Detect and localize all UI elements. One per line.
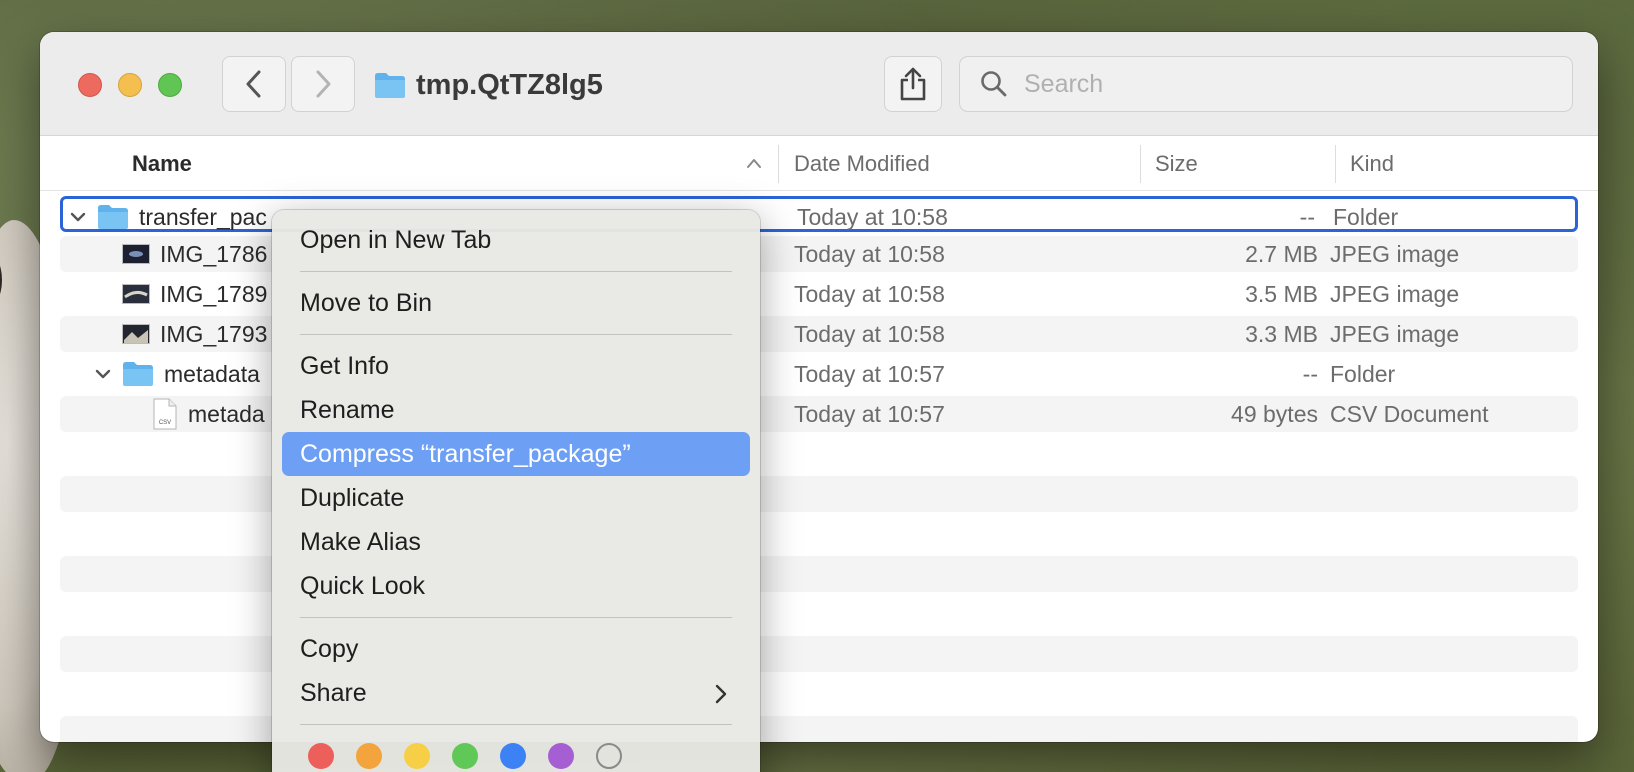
menu-separator (300, 724, 732, 725)
file-date: Today at 10:57 (794, 400, 945, 427)
menu-item-open-in-new-tab[interactable]: Open in New Tab (282, 218, 750, 262)
file-kind: JPEG image (1330, 280, 1460, 307)
file-kind: Folder (1333, 203, 1399, 230)
menu-item-share-label: Share (300, 678, 367, 707)
toolbar: tmp.QtTZ8lg5 (40, 32, 1598, 136)
column-divider[interactable] (778, 145, 779, 183)
image-thumbnail-icon (122, 284, 150, 304)
file-date: Today at 10:57 (794, 360, 945, 387)
name-cell: metadata (94, 356, 260, 392)
column-divider[interactable] (1335, 145, 1336, 183)
file-name: IMG_1786 (160, 240, 268, 267)
disclosure-expanded-icon[interactable] (94, 367, 112, 381)
folder-icon (123, 362, 153, 386)
file-name: metada (188, 400, 265, 427)
file-size: 2.7 MB (1245, 240, 1318, 267)
window-title: tmp.QtTZ8lg5 (374, 62, 603, 108)
window-title-text: tmp.QtTZ8lg5 (416, 68, 603, 101)
name-cell: transfer_pac (69, 199, 267, 235)
column-name[interactable]: Name (132, 137, 192, 191)
column-kind[interactable]: Kind (1350, 137, 1394, 191)
forward-button[interactable] (291, 56, 355, 112)
minimize-button[interactable] (118, 73, 142, 97)
column-header: Name Date Modified Size Kind (40, 137, 1598, 191)
background-sheep-eye (0, 250, 2, 310)
tag-green[interactable] (452, 743, 478, 769)
menu-item-share[interactable]: Share (282, 671, 750, 715)
name-cell: IMG_1786 (122, 236, 267, 272)
menu-item-compress[interactable]: Compress “transfer_package” (282, 432, 750, 476)
file-name: transfer_pac (139, 203, 267, 230)
column-date-modified[interactable]: Date Modified (794, 137, 930, 191)
tag-colors (272, 743, 760, 769)
menu-item-copy[interactable]: Copy (282, 627, 750, 671)
share-icon (900, 67, 926, 101)
file-date: Today at 10:58 (794, 280, 945, 307)
file-kind: JPEG image (1330, 320, 1460, 347)
search-field[interactable] (959, 56, 1573, 112)
file-kind: CSV Document (1330, 400, 1489, 427)
tag-none[interactable] (596, 743, 622, 769)
chevron-right-icon (715, 684, 727, 704)
close-button[interactable] (78, 73, 102, 97)
file-name: IMG_1793 (160, 320, 268, 347)
name-cell: IMG_1789 (122, 276, 267, 312)
folder-icon (98, 205, 128, 229)
tag-yellow[interactable] (404, 743, 430, 769)
zoom-button[interactable] (158, 73, 182, 97)
share-button[interactable] (884, 56, 942, 112)
menu-item-get-info[interactable]: Get Info (282, 344, 750, 388)
file-date: Today at 10:58 (794, 240, 945, 267)
image-thumbnail-icon (122, 244, 150, 264)
tag-orange[interactable] (356, 743, 382, 769)
menu-separator (300, 271, 732, 272)
file-name: IMG_1789 (160, 280, 268, 307)
search-icon (981, 71, 1007, 97)
tag-blue[interactable] (500, 743, 526, 769)
csv-icon-label: CSV (159, 420, 171, 426)
menu-separator (300, 334, 732, 335)
tag-purple[interactable] (548, 743, 574, 769)
menu-item-move-to-bin[interactable]: Move to Bin (282, 281, 750, 325)
search-input[interactable] (1024, 69, 1544, 99)
menu-item-duplicate[interactable]: Duplicate (282, 476, 750, 520)
file-date: Today at 10:58 (797, 203, 948, 230)
back-button[interactable] (222, 56, 286, 112)
context-menu: Open in New Tab Move to Bin Get Info Ren… (272, 210, 760, 772)
image-thumbnail-icon (122, 324, 150, 344)
sort-ascending-icon[interactable] (745, 153, 763, 173)
column-size[interactable]: Size (1155, 137, 1198, 191)
csv-file-icon: CSV (153, 398, 177, 430)
folder-icon (375, 73, 405, 98)
file-kind: JPEG image (1330, 240, 1460, 267)
chevron-right-icon (316, 70, 331, 98)
chevron-left-icon (246, 70, 261, 98)
menu-separator (300, 617, 732, 618)
file-date: Today at 10:58 (794, 320, 945, 347)
file-size: -- (1302, 360, 1318, 387)
tag-red[interactable] (308, 743, 334, 769)
file-kind: Folder (1330, 360, 1396, 387)
menu-item-quick-look[interactable]: Quick Look (282, 564, 750, 608)
name-cell: IMG_1793 (122, 316, 267, 352)
file-size: 3.5 MB (1245, 280, 1318, 307)
column-divider[interactable] (1140, 145, 1141, 183)
name-cell: CSV metada (152, 396, 265, 432)
disclosure-expanded-icon[interactable] (69, 210, 87, 224)
file-name: metadata (164, 360, 260, 387)
menu-item-make-alias[interactable]: Make Alias (282, 520, 750, 564)
file-size: -- (1299, 203, 1315, 230)
file-size: 49 bytes (1231, 400, 1318, 427)
menu-item-rename[interactable]: Rename (282, 388, 750, 432)
file-size: 3.3 MB (1245, 320, 1318, 347)
